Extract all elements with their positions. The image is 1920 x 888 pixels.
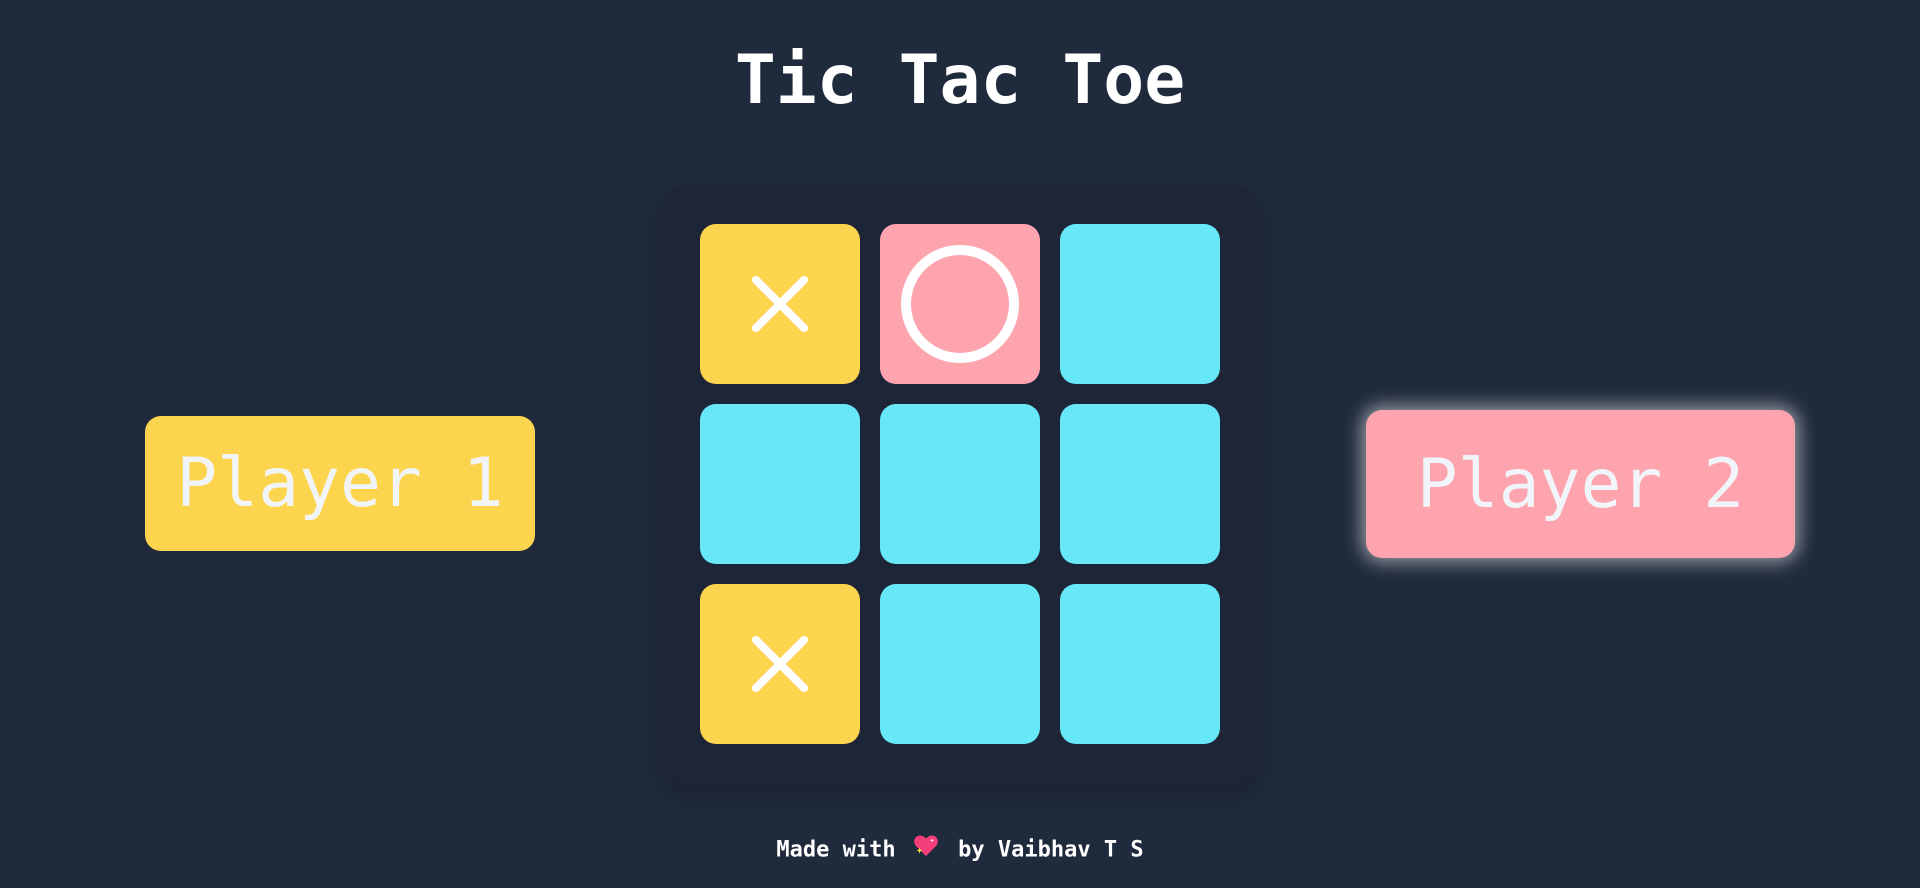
board-cell-4[interactable] bbox=[700, 404, 860, 564]
board-cell-6[interactable] bbox=[1060, 404, 1220, 564]
player-1-badge: Player 1 bbox=[145, 416, 535, 551]
footer-credit: Made with by Vaibhav T S bbox=[0, 834, 1920, 867]
sparkling-heart-icon bbox=[913, 834, 939, 867]
board-cell-2[interactable] bbox=[880, 224, 1040, 384]
o-mark-icon bbox=[901, 245, 1019, 363]
player-2-badge: Player 2 bbox=[1366, 410, 1795, 558]
game-board bbox=[660, 184, 1260, 784]
footer-suffix: by Vaibhav T S bbox=[958, 837, 1144, 863]
footer-prefix: Made with bbox=[776, 837, 896, 863]
board-cell-7[interactable] bbox=[700, 584, 860, 744]
board-cell-3[interactable] bbox=[1060, 224, 1220, 384]
game-screen: Tic Tac Toe Player 1 Player 2 Made with … bbox=[0, 0, 1920, 888]
x-mark-icon bbox=[752, 276, 808, 332]
board-cell-8[interactable] bbox=[880, 584, 1040, 744]
x-mark-icon bbox=[752, 636, 808, 692]
page-title: Tic Tac Toe bbox=[734, 41, 1186, 120]
board-cell-1[interactable] bbox=[700, 224, 860, 384]
board-cell-9[interactable] bbox=[1060, 584, 1220, 744]
board-cell-5[interactable] bbox=[880, 404, 1040, 564]
